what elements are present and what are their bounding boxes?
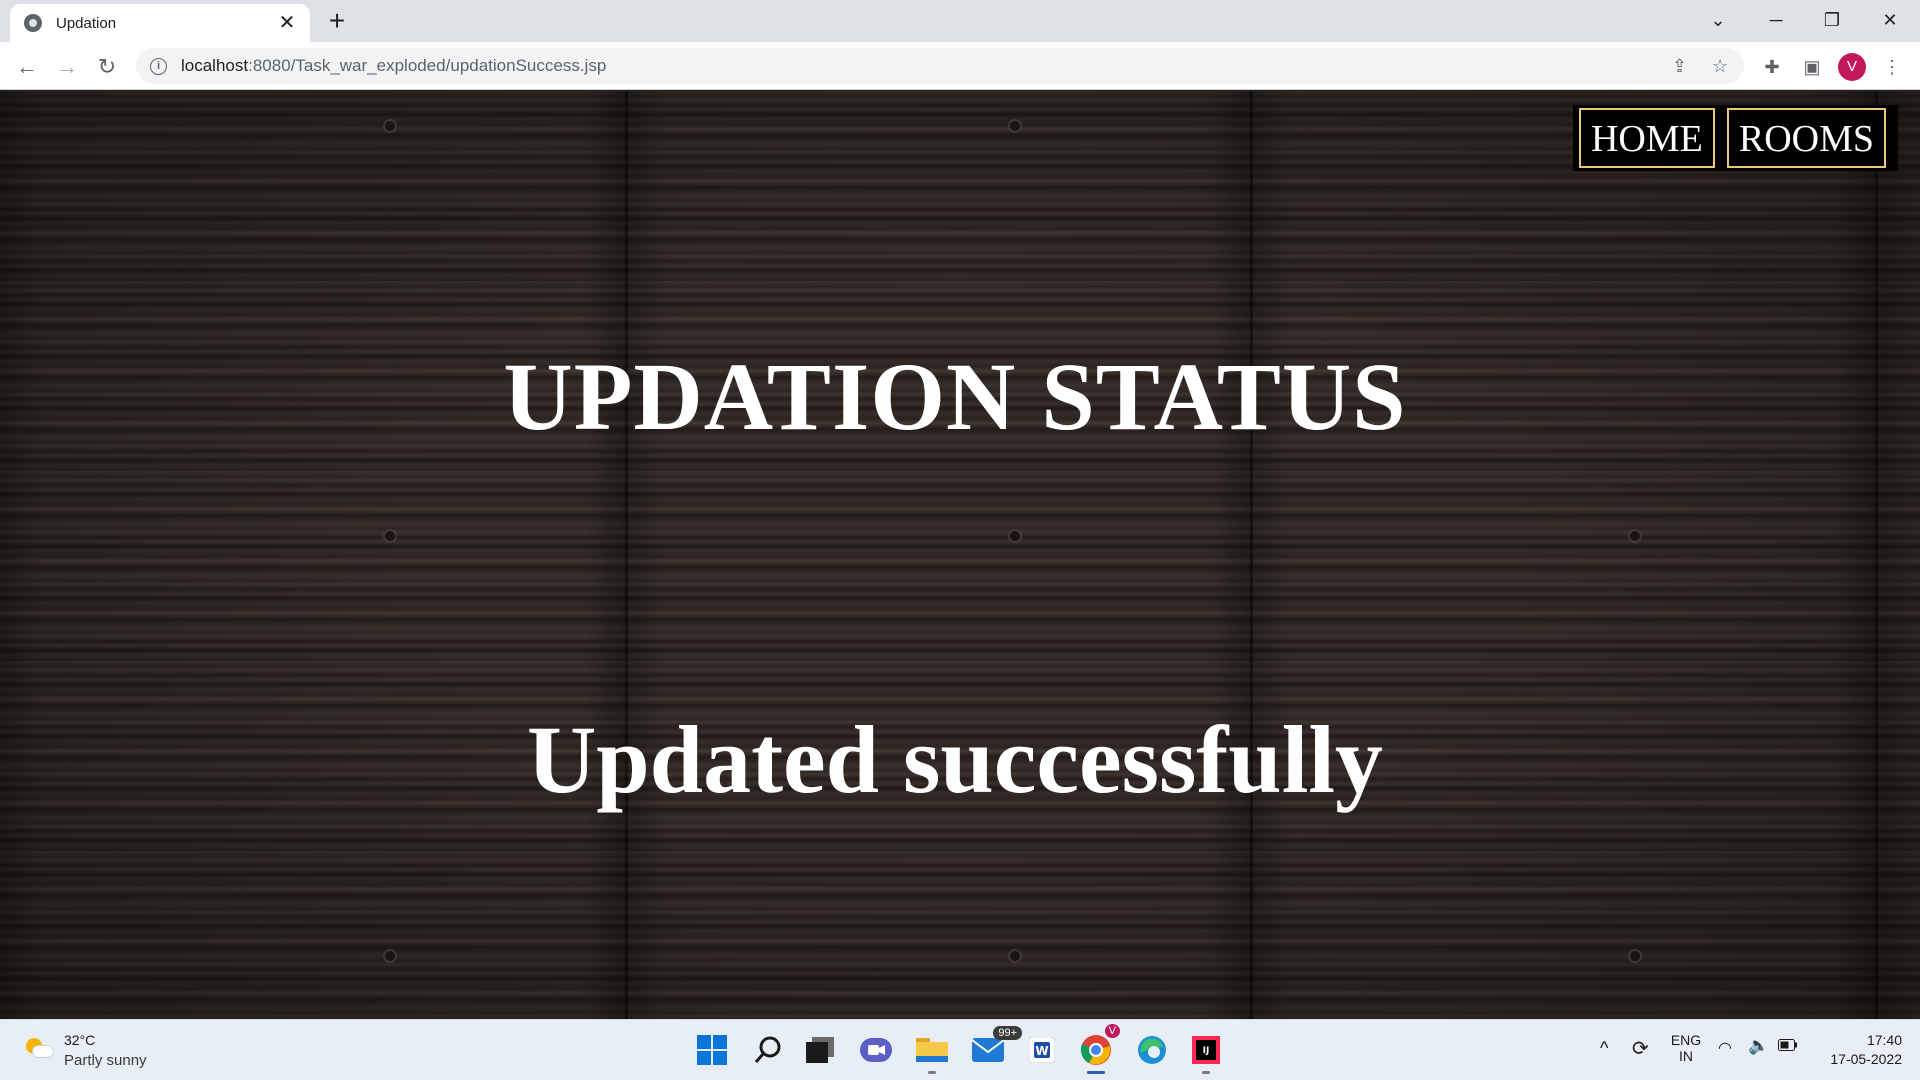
new-tab-button[interactable]: +	[320, 6, 354, 36]
file-explorer-folder-icon[interactable]	[912, 1030, 952, 1074]
weather-description[interactable]: Partly sunny	[64, 1052, 147, 1069]
side-panel-icon[interactable]: ▣	[1795, 50, 1829, 84]
page-content: HOME ROOMS UPDATION STATUS Updated succe…	[0, 91, 1920, 1019]
clock-date: 17-05-2022	[1830, 1051, 1902, 1067]
weather-temperature[interactable]: 32°C	[64, 1032, 95, 1048]
tab-strip: Updation ✕ + ⌄ ─ ❐ ✕	[0, 0, 1920, 42]
tray-chevron-up-icon[interactable]: ^	[1600, 1038, 1608, 1059]
nail	[1630, 531, 1640, 541]
edge-browser-icon[interactable]	[1132, 1030, 1172, 1070]
url-text: localhost:8080/Task_war_exploded/updatio…	[181, 56, 607, 75]
nav-rooms-link[interactable]: ROOMS	[1726, 108, 1886, 168]
forward-arrow-icon[interactable]: →	[50, 50, 84, 84]
menu-kebab-icon[interactable]: ⋮	[1875, 50, 1909, 84]
start-windows-icon[interactable]	[692, 1030, 732, 1070]
browser-toolbar: ← → ↻ i localhost:8080/Task_war_exploded…	[0, 42, 1920, 90]
svg-text:W: W	[1035, 1044, 1048, 1058]
word-app-icon[interactable]: W	[1022, 1030, 1062, 1070]
intellij-idea-icon[interactable]: IJ	[1186, 1030, 1226, 1074]
plank-seam	[1250, 91, 1253, 1019]
restore-icon[interactable]: ❐	[1804, 0, 1860, 42]
clock-time: 17:40	[1866, 1032, 1902, 1048]
nail	[385, 121, 395, 131]
nail	[1010, 121, 1020, 131]
nail	[1630, 951, 1640, 961]
volume-icon[interactable]: 🔈	[1748, 1036, 1769, 1056]
site-info-icon[interactable]: i	[150, 57, 167, 75]
reload-icon[interactable]: ↻	[90, 50, 124, 84]
wifi-icon[interactable]: ◠	[1718, 1038, 1732, 1058]
search-icon[interactable]	[748, 1030, 788, 1070]
nail	[1010, 531, 1020, 541]
back-arrow-icon[interactable]: ←	[10, 50, 44, 84]
nav-home-link[interactable]: HOME	[1578, 108, 1715, 168]
weather-partly-sunny-icon[interactable]	[26, 1038, 54, 1058]
chrome-browser-icon[interactable]: V	[1076, 1024, 1120, 1074]
address-bar[interactable]: i localhost:8080/Task_war_exploded/updat…	[136, 48, 1744, 84]
sync-icon[interactable]: ⟳	[1632, 1036, 1649, 1061]
status-message: Updated successfully	[526, 706, 1384, 813]
taskbar: 32°C Partly sunny 99+ W V IJ ^ ⟳ ENG IN …	[0, 1019, 1920, 1080]
plank-seam	[1875, 91, 1878, 1019]
share-icon[interactable]: ⇪	[1672, 56, 1687, 77]
close-window-icon[interactable]: ✕	[1862, 0, 1918, 42]
chrome-profile-badge: V	[1104, 1024, 1120, 1038]
page-title: UPDATION STATUS	[503, 343, 1407, 450]
nail	[385, 531, 395, 541]
plank-seam	[625, 91, 628, 1019]
clock[interactable]: 17:40 17-05-2022	[1812, 1032, 1902, 1067]
mail-envelope-icon[interactable]: 99+	[968, 1026, 1022, 1070]
mail-count-badge: 99+	[993, 1026, 1022, 1040]
nail	[385, 951, 395, 961]
task-view-icon[interactable]	[800, 1030, 840, 1070]
browser-tab[interactable]: Updation ✕	[10, 4, 310, 42]
minimize-icon[interactable]: ─	[1748, 0, 1804, 42]
bookmark-star-icon[interactable]: ☆	[1712, 56, 1728, 77]
tab-close-icon[interactable]: ✕	[276, 12, 298, 34]
extensions-puzzle-icon[interactable]: ✚	[1755, 50, 1789, 84]
language-indicator[interactable]: ENG IN	[1666, 1032, 1706, 1064]
profile-avatar[interactable]: V	[1838, 53, 1866, 81]
tab-search-icon[interactable]: ⌄	[1690, 0, 1746, 42]
top-nav: HOME ROOMS	[1572, 105, 1898, 171]
svg-text:IJ: IJ	[1203, 1046, 1210, 1056]
nail	[1010, 951, 1020, 961]
globe-icon	[24, 14, 42, 32]
chat-camera-icon[interactable]	[856, 1030, 896, 1070]
tab-title: Updation	[56, 14, 117, 32]
battery-icon[interactable]	[1778, 1038, 1798, 1054]
